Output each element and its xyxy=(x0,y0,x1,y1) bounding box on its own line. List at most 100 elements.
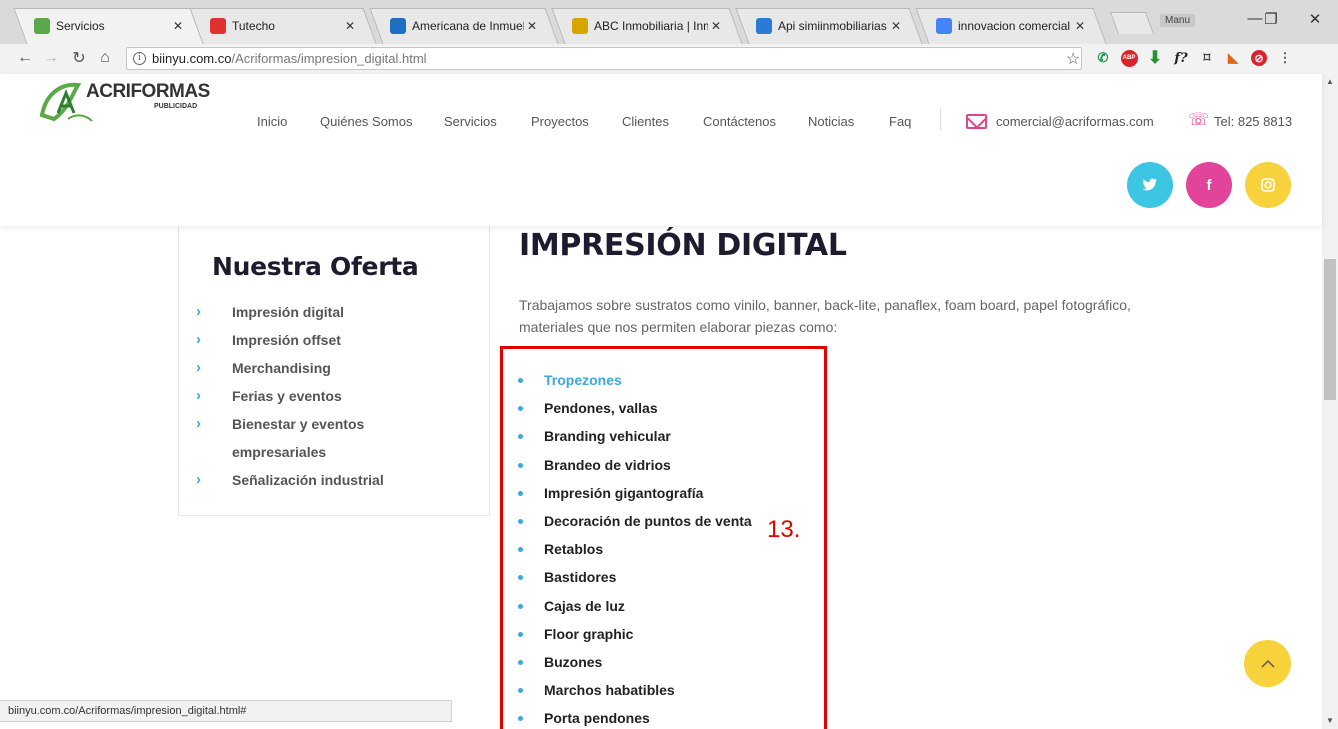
tab-close-icon[interactable]: ✕ xyxy=(342,19,358,33)
chevron-right-icon: › xyxy=(196,331,201,348)
offer-item-impresion-digital[interactable]: › Impresión digital xyxy=(196,298,476,326)
site-header: ACRIFORMAS PUBLICIDAD Inicio Quiénes Som… xyxy=(0,74,1322,226)
abc-favicon-icon xyxy=(572,18,588,34)
browser-tab[interactable]: Servicios ✕ xyxy=(24,8,192,44)
page-content: Nuestra Oferta › Impresión digital › Impre… xyxy=(0,226,1322,729)
annotation-label: 13. xyxy=(767,516,801,543)
extension-abp-icon[interactable]: ABP xyxy=(1120,49,1138,67)
product-label: Floor graphic xyxy=(544,625,634,642)
scroll-thumb[interactable] xyxy=(1324,259,1336,400)
scroll-down-arrow-icon[interactable]: ▼ xyxy=(1322,713,1338,729)
twitter-icon[interactable] xyxy=(1127,162,1173,208)
product-label: Bastidores xyxy=(544,569,617,586)
offer-label: Merchandising xyxy=(232,360,331,376)
offer-item-merchandising[interactable]: › Merchandising xyxy=(196,354,476,382)
bullet-icon xyxy=(518,519,523,525)
info-icon[interactable]: i xyxy=(133,52,146,65)
email-link[interactable]: comercial@acriformas.com xyxy=(996,114,1154,129)
menu-item-clientes[interactable]: Clientes xyxy=(622,114,669,129)
facebook-icon[interactable]: f xyxy=(1186,162,1232,208)
product-item: Branding vehicular xyxy=(518,422,752,450)
instagram-icon[interactable] xyxy=(1245,162,1291,208)
sidebar-title: Nuestra Oferta xyxy=(212,252,419,281)
extension-block-icon[interactable]: ⊘ xyxy=(1250,49,1268,67)
extension-download-icon[interactable]: ⬇ xyxy=(1146,48,1164,67)
bookmark-star-icon[interactable]: ☆ xyxy=(1066,49,1080,69)
phone-link[interactable]: Tel: 825 8813 xyxy=(1214,114,1292,129)
close-window-icon[interactable]: ✕ xyxy=(1292,10,1338,28)
back-to-top-button[interactable] xyxy=(1244,640,1291,687)
offer-item-bienestar[interactable]: › Bienestar y eventos empresariales xyxy=(196,410,396,466)
home-icon[interactable]: ⌂ xyxy=(94,47,116,69)
menu-item-servicios[interactable]: Servicios xyxy=(444,114,497,129)
page-scrollbar[interactable]: ▲ ▼ xyxy=(1322,74,1338,729)
forward-arrow-icon[interactable]: → xyxy=(40,47,62,69)
browser-tab[interactable]: ABC Inmobiliaria | Inmu ✕ xyxy=(562,8,730,44)
acriformas-logo[interactable]: ACRIFORMAS PUBLICIDAD xyxy=(38,79,210,149)
product-item: Pendones, vallas xyxy=(518,394,752,422)
acriformas-favicon-icon xyxy=(34,18,50,34)
extension-window-icon[interactable]: ⌑ xyxy=(1198,49,1216,67)
extension-font-icon[interactable]: f? xyxy=(1172,49,1190,67)
menu-item-noticias[interactable]: Noticias xyxy=(808,114,854,129)
phone-icon: ☏ xyxy=(1188,110,1210,129)
browser-tab[interactable]: Tutecho ✕ xyxy=(200,8,364,44)
browser-tab[interactable]: innovacion comercial - ✕ xyxy=(926,8,1094,44)
browser-menu-icon[interactable]: ⋮ xyxy=(1276,49,1294,67)
tab-close-icon[interactable]: ✕ xyxy=(708,19,724,33)
product-label: Buzones xyxy=(544,654,603,671)
new-tab-button[interactable] xyxy=(1109,12,1155,34)
product-item: Brandeo de vidrios xyxy=(518,451,752,479)
scroll-up-arrow-icon[interactable]: ▲ xyxy=(1322,74,1338,90)
product-label: Tropezones xyxy=(544,372,622,388)
tutecho-favicon-icon xyxy=(210,18,226,34)
chevron-right-icon: › xyxy=(196,471,201,488)
address-bar[interactable]: i biinyu.com.co/Acriformas/impresion_dig… xyxy=(126,47,1082,70)
chevron-right-icon: › xyxy=(196,387,201,404)
extension-rss-icon[interactable]: ◣ xyxy=(1224,49,1242,67)
offer-item-senalizacion[interactable]: › Señalización industrial xyxy=(196,466,476,494)
tab-close-icon[interactable]: ✕ xyxy=(888,19,904,33)
tab-close-icon[interactable]: ✕ xyxy=(1072,19,1088,33)
product-label: Porta pendones xyxy=(544,710,650,727)
bullet-icon xyxy=(518,547,523,553)
browser-tab[interactable]: Americana de Inmueble✕ xyxy=(380,8,546,44)
api-favicon-icon xyxy=(756,18,772,34)
product-item: Marchos habatibles xyxy=(518,676,752,704)
page-title: IMPRESIÓN DIGITAL xyxy=(519,228,847,263)
maximize-icon[interactable]: ❐ xyxy=(1248,10,1294,28)
product-label: Retablos xyxy=(544,541,604,558)
extension-whatsapp-icon[interactable]: ✆ xyxy=(1094,49,1112,67)
product-item: Buzones xyxy=(518,648,752,676)
product-label: Impresión gigantografía xyxy=(544,484,704,501)
offer-item-impresion-offset[interactable]: › Impresión offset xyxy=(196,326,476,354)
tab-close-icon[interactable]: ✕ xyxy=(170,19,186,33)
offer-label: Señalización industrial xyxy=(232,472,384,488)
menu-item-inicio[interactable]: Inicio xyxy=(257,114,287,129)
menu-divider xyxy=(940,108,941,130)
bullet-icon xyxy=(518,716,523,722)
menu-item-contactenos[interactable]: Contáctenos xyxy=(703,114,776,129)
tab-close-icon[interactable]: ✕ xyxy=(524,19,540,33)
browser-tab[interactable]: Api simiinmobiliarias ✕ xyxy=(746,8,910,44)
bullet-icon xyxy=(518,660,523,666)
user-badge[interactable]: Manu xyxy=(1160,14,1196,27)
menu-item-quienes-somos[interactable]: Quiénes Somos xyxy=(320,114,413,129)
tab-title: Tutecho xyxy=(232,19,275,33)
product-item: Impresión gigantografía xyxy=(518,479,752,507)
url-path: /Acriformas/impresion_digital.html xyxy=(231,51,427,66)
reload-icon[interactable]: ↻ xyxy=(68,47,90,69)
product-item: Decoración de puntos de venta xyxy=(518,507,752,535)
bullet-icon xyxy=(518,406,523,412)
product-item: Cajas de luz xyxy=(518,592,752,620)
chevron-right-icon: › xyxy=(196,359,201,376)
product-item: Porta pendones xyxy=(518,704,752,729)
offer-item-ferias-eventos[interactable]: › Ferias y eventos xyxy=(196,382,476,410)
menu-item-faq[interactable]: Faq xyxy=(889,114,911,129)
logo-subtext: PUBLICIDAD xyxy=(154,103,198,110)
back-arrow-icon[interactable]: ← xyxy=(14,47,36,69)
product-item[interactable]: Tropezones xyxy=(518,366,752,394)
menu-item-proyectos[interactable]: Proyectos xyxy=(531,114,589,129)
bullet-icon xyxy=(518,631,523,637)
americana-favicon-icon xyxy=(390,18,406,34)
